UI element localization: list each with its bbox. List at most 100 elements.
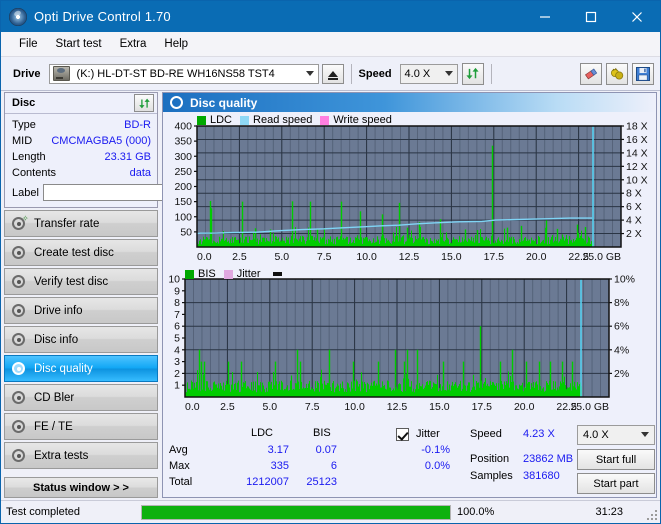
save-button[interactable]	[632, 62, 654, 85]
disc-type-label: Type	[12, 119, 36, 131]
sidebar-item-verify-test-disc[interactable]: Verify test disc	[4, 268, 158, 295]
page-title: Disc quality	[190, 95, 258, 110]
svg-text:2 X: 2 X	[626, 228, 642, 240]
svg-text:12.5: 12.5	[387, 401, 408, 413]
svg-text:300: 300	[174, 151, 192, 163]
minimize-button[interactable]	[522, 1, 568, 32]
sidebar: Disc Type BD-R MID CMCMAGBA5 (000) Lengt…	[4, 92, 245, 498]
sidebar-item-transfer-rate[interactable]: ✧ Transfer rate	[4, 210, 158, 237]
speed-select[interactable]: 4.0 X	[399, 63, 458, 84]
legend-label-bis: BIS	[198, 268, 216, 280]
menu-start-test[interactable]: Start test	[47, 35, 111, 53]
resize-grip[interactable]	[646, 509, 657, 520]
sidebar-item-cd-bler[interactable]: CD Bler	[4, 384, 158, 411]
status-message: Test completed	[6, 506, 80, 518]
svg-text:0.0: 0.0	[197, 251, 212, 263]
jitter-checkbox[interactable]	[396, 428, 409, 441]
menu-help[interactable]: Help	[155, 35, 197, 53]
disc-refresh-button[interactable]	[134, 94, 154, 112]
start-part-button[interactable]: Start part	[577, 473, 655, 494]
chevron-down-icon	[444, 70, 453, 76]
fe-te-icon	[11, 419, 27, 435]
disc-label-row: Label	[12, 183, 245, 202]
eject-icon	[327, 70, 338, 80]
test-speed-select[interactable]: 4.0 X	[577, 425, 655, 445]
sidebar-item-disc-info[interactable]: Disc info	[4, 326, 158, 353]
svg-text:8 X: 8 X	[626, 188, 642, 200]
svg-text:6 X: 6 X	[626, 201, 642, 213]
svg-text:10%: 10%	[614, 274, 635, 286]
disc-panel-title: Disc	[12, 97, 36, 109]
bis-chart-legend: BIS Jitter	[185, 268, 282, 280]
stats-panel: LDC BIS Avg 3.17 0.07 Max 335 6 Total 12…	[163, 425, 656, 497]
svg-text:12 X: 12 X	[626, 161, 648, 173]
stats-col-ldc: LDC	[251, 427, 274, 439]
legend-swatch-read-speed	[240, 115, 250, 125]
sidebar-item-disc-quality[interactable]: Disc quality	[4, 355, 158, 382]
svg-text:3: 3	[174, 356, 180, 368]
svg-text:17.5: 17.5	[472, 401, 493, 413]
svg-text:18 X: 18 X	[626, 121, 648, 133]
drive-info-icon	[11, 303, 27, 319]
svg-text:400: 400	[174, 121, 192, 133]
sidebar-item-create-test-disc[interactable]: Create test disc	[4, 239, 158, 266]
samples-stat-label: Samples	[470, 470, 513, 482]
svg-text:2.5: 2.5	[220, 401, 235, 413]
ldc-plot[interactable]: 501001502002503003504002 X4 X6 X8 X10 X1…	[163, 112, 659, 267]
svg-text:10.0: 10.0	[356, 251, 377, 263]
disc-row-contents: Contents data	[12, 165, 151, 181]
erase-button[interactable]	[580, 62, 602, 85]
ldc-chart-legend: LDC Read speed Write speed	[197, 114, 396, 126]
disc-panel-header: Disc	[5, 93, 157, 114]
maximize-button[interactable]	[568, 1, 614, 32]
disc-panel: Disc Type BD-R MID CMCMAGBA5 (000) Lengt…	[4, 92, 245, 208]
samples-stat-value: 381680	[523, 470, 560, 482]
disc-quality-icon	[11, 361, 27, 377]
svg-text:7.5: 7.5	[305, 401, 320, 413]
svg-text:20.0: 20.0	[514, 401, 535, 413]
svg-text:4%: 4%	[614, 344, 629, 356]
close-button[interactable]	[614, 1, 660, 32]
settings-button[interactable]	[606, 62, 628, 85]
disc-length-value: 23.31 GB	[104, 151, 151, 163]
position-stat-label: Position	[470, 453, 510, 465]
elapsed-time: 31:23	[595, 506, 623, 518]
toolbar-divider-1	[350, 63, 352, 84]
content-area: Disc Type BD-R MID CMCMAGBA5 (000) Lengt…	[1, 90, 660, 500]
extra-tests-icon	[11, 448, 27, 464]
svg-text:17.5: 17.5	[484, 251, 505, 263]
test-speed-value: 4.0 X	[583, 429, 609, 441]
sidebar-item-fe-te[interactable]: FE / TE	[4, 413, 158, 440]
drive-select[interactable]: (K:) HL-DT-ST BD-RE WH16NS58 TST4	[48, 63, 319, 84]
svg-text:350: 350	[174, 136, 192, 148]
bis-plot[interactable]: 12345678910 2% 4% 6% 8% 10% 0.0 2.5 5.0 7.5 10.0 12…	[163, 267, 659, 417]
svg-text:10: 10	[168, 274, 180, 286]
disc-row-mid: MID CMCMAGBA5 (000)	[12, 133, 151, 149]
refresh-icon	[138, 98, 150, 108]
refresh-button[interactable]	[461, 62, 484, 85]
status-bar: Test completed 100.0% 31:23	[1, 500, 660, 523]
svg-text:2: 2	[174, 368, 180, 380]
sidebar-item-extra-tests[interactable]: Extra tests	[4, 442, 158, 469]
svg-text:14 X: 14 X	[626, 147, 648, 159]
legend-label-ldc: LDC	[210, 114, 233, 126]
svg-text:9: 9	[174, 285, 180, 297]
disc-row-length: Length 23.31 GB	[12, 149, 151, 165]
svg-text:4: 4	[174, 344, 180, 356]
menu-file[interactable]: File	[10, 35, 47, 53]
svg-text:10.0: 10.0	[344, 401, 365, 413]
toolbar-divider-2	[490, 63, 492, 84]
sidebar-item-drive-info[interactable]: Drive info	[4, 297, 158, 324]
start-full-button[interactable]: Start full	[577, 449, 655, 470]
window-controls	[522, 1, 660, 32]
menu-extra[interactable]: Extra	[111, 35, 156, 53]
speed-select-value: 4.0 X	[404, 67, 431, 80]
create-test-disc-icon	[11, 245, 27, 261]
status-window-button[interactable]: Status window > >	[4, 477, 158, 498]
svg-text:10 X: 10 X	[626, 174, 648, 186]
cd-bler-icon	[11, 390, 27, 406]
stats-row-total-label: Total	[169, 476, 193, 488]
svg-text:7.5: 7.5	[317, 251, 332, 263]
chevron-down-icon	[641, 432, 649, 437]
eject-button[interactable]	[321, 63, 344, 84]
